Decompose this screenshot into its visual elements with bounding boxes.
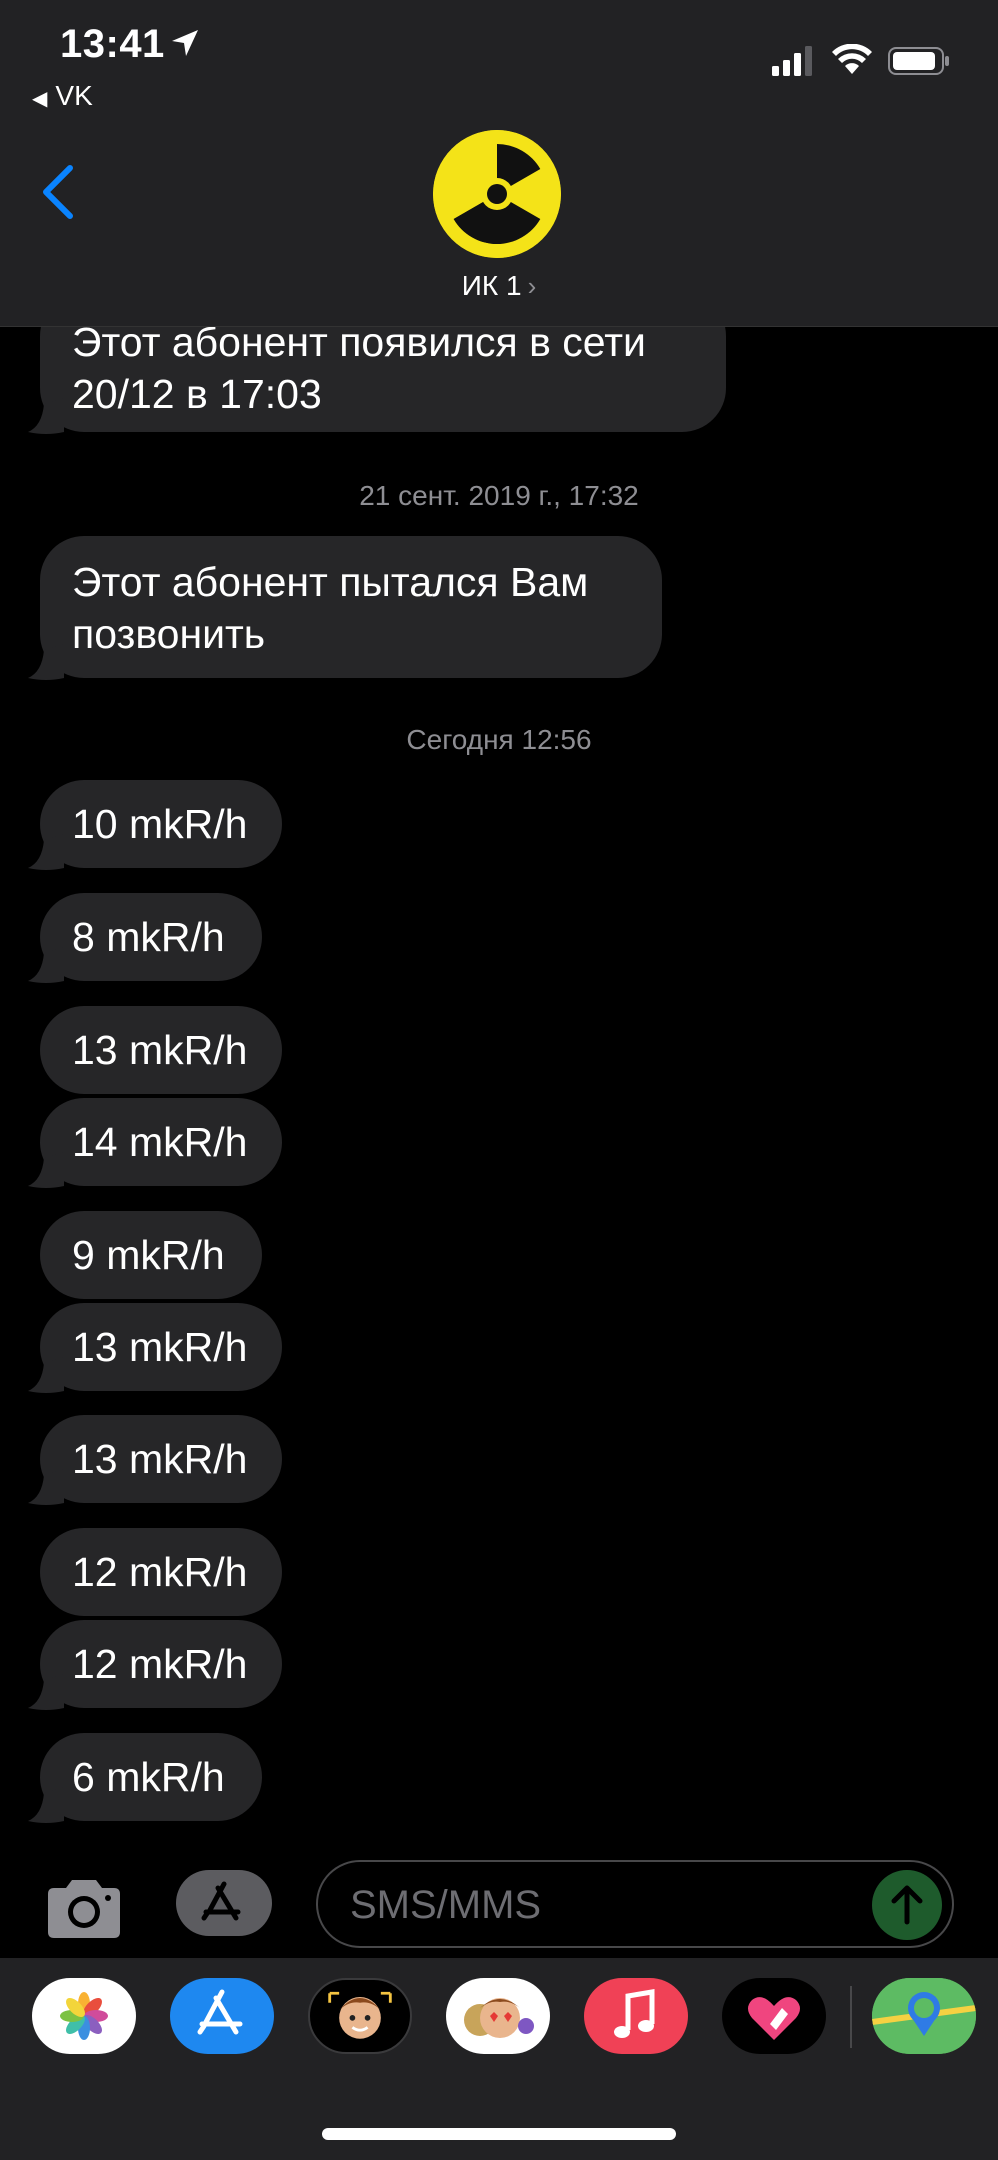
animoji-stickers-icon (464, 1998, 534, 2038)
back-to-app-link[interactable]: ◀ VK (32, 80, 93, 112)
radiation-icon (433, 130, 561, 258)
bubble-tail (28, 834, 64, 870)
music-app[interactable] (584, 1978, 688, 2054)
memoji-app[interactable] (308, 1978, 412, 2054)
message-bubble[interactable]: Этот абонент пытался Вам позвонить (40, 536, 662, 678)
maps-app[interactable] (872, 1978, 976, 2054)
app-store-app[interactable] (170, 1978, 274, 2054)
reading-bubble[interactable]: 10 mkR/h (40, 780, 282, 868)
compose-bar (0, 1850, 998, 1960)
message-text: 6 mkR/h (72, 1754, 225, 1800)
message-input-field[interactable] (316, 1860, 954, 1948)
status-time: 13:41 (60, 22, 165, 66)
bubble-tail (28, 398, 64, 434)
contact-name[interactable]: ИК 1 › (0, 270, 998, 302)
back-app-label: VK (55, 80, 93, 111)
message-text: 13 mkR/h (72, 1436, 248, 1482)
app-store-icon (197, 1989, 243, 2035)
message-text: 9 mkR/h (72, 1232, 225, 1278)
bubble-tail (28, 1469, 64, 1505)
reading-bubble[interactable]: 13 mkR/h (40, 1415, 282, 1503)
animoji-stickers-app[interactable] (446, 1978, 550, 2054)
reading-bubble[interactable]: 12 mkR/h (40, 1620, 282, 1708)
drawer-divider (850, 1986, 852, 2048)
bubble-tail (28, 1357, 64, 1393)
message-timestamp: 21 сент. 2019 г., 17:32 (359, 480, 639, 511)
photos-app[interactable] (32, 1978, 136, 2054)
contact-name-label: ИК 1 (461, 270, 522, 301)
chevron-right-icon: › (527, 271, 537, 301)
send-button[interactable] (872, 1870, 942, 1940)
photos-icon (60, 1992, 108, 2040)
reading-bubble[interactable]: 12 mkR/h (40, 1528, 282, 1616)
message-text: 12 mkR/h (72, 1549, 248, 1595)
reading-bubble[interactable]: 14 mkR/h (40, 1098, 282, 1186)
back-chevron-icon[interactable] (38, 162, 78, 222)
cellular-signal-icon (772, 46, 812, 76)
message-text: Этот абонент пытался Вам позвонить (72, 559, 589, 657)
contact-avatar[interactable] (433, 130, 561, 258)
message-text: 10 mkR/h (72, 801, 248, 847)
maps-icon (872, 1978, 976, 2054)
music-icon (614, 1989, 655, 2038)
arrow-up-icon (891, 1885, 923, 1925)
location-arrow-icon (172, 30, 198, 56)
reading-bubble[interactable]: 13 mkR/h (40, 1006, 282, 1094)
battery-icon (888, 47, 949, 75)
message-text: 14 mkR/h (72, 1119, 248, 1165)
message-text: 8 mkR/h (72, 914, 225, 960)
reading-bubble[interactable]: 6 mkR/h (40, 1733, 262, 1821)
message-text: 13 mkR/h (72, 1324, 248, 1370)
camera-icon[interactable] (44, 1876, 124, 1940)
app-store-icon (201, 1881, 241, 1921)
digital-touch-app[interactable] (722, 1978, 826, 2054)
message-input[interactable] (348, 1876, 872, 1934)
bubble-tail (28, 1787, 64, 1823)
message-text: Этот абонент появился в сети 20/12 в 17:… (72, 319, 646, 417)
reading-bubble[interactable]: 8 mkR/h (40, 893, 262, 981)
bubble-tail (28, 644, 64, 680)
memoji-icon (328, 1991, 392, 2039)
digital-touch-icon (748, 1997, 800, 2040)
bubble-tail (28, 1674, 64, 1710)
reading-bubble[interactable]: 9 mkR/h (40, 1211, 262, 1299)
reading-bubble[interactable]: 13 mkR/h (40, 1303, 282, 1391)
conversation-header: 13:41 ◀ VK ИК 1 › (0, 0, 998, 327)
message-text: 12 mkR/h (72, 1641, 248, 1687)
back-triangle-icon: ◀ (32, 88, 48, 110)
wifi-icon (832, 44, 872, 74)
home-indicator[interactable] (322, 2128, 676, 2140)
bubble-tail (28, 947, 64, 983)
message-timestamp: Сегодня 12:56 (406, 724, 592, 755)
bubble-tail (28, 1152, 64, 1188)
apps-button[interactable] (176, 1870, 272, 1936)
message-text: 13 mkR/h (72, 1027, 248, 1073)
